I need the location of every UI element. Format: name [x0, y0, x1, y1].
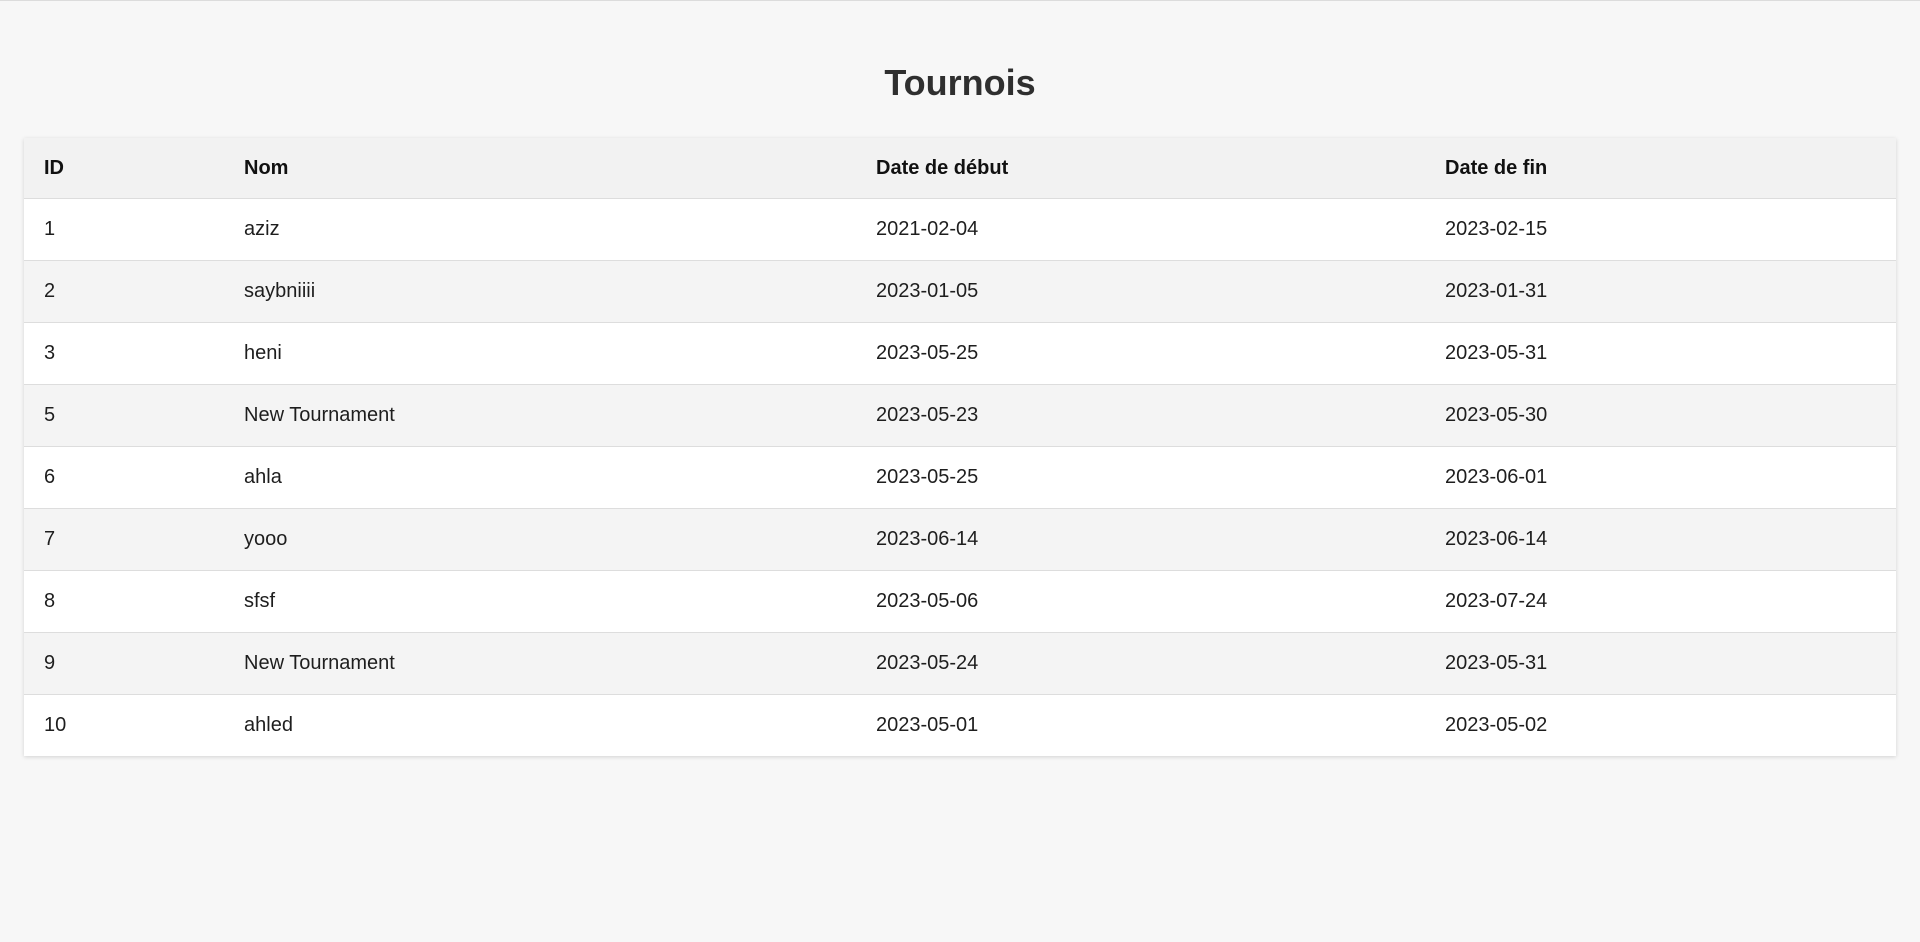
cell-id: 2 [24, 260, 224, 323]
tournaments-table-container: ID Nom Date de début Date de fin 1 aziz … [24, 138, 1896, 756]
table-body: 1 aziz 2021-02-04 2023-02-15 2 saybniiii… [24, 198, 1896, 756]
cell-start-date: 2021-02-04 [856, 198, 1425, 261]
cell-name: heni [224, 322, 856, 385]
page-title: Tournois [884, 62, 1036, 103]
cell-end-date: 2023-05-30 [1425, 384, 1896, 447]
table-row: 8 sfsf 2023-05-06 2023-07-24 [24, 570, 1896, 633]
cell-name: yooo [224, 508, 856, 571]
table-row: 6 ahla 2023-05-25 2023-06-01 [24, 446, 1896, 509]
cell-id: 9 [24, 632, 224, 695]
column-header-start-date: Date de début [856, 138, 1425, 199]
cell-end-date: 2023-06-01 [1425, 446, 1896, 509]
cell-end-date: 2023-02-15 [1425, 198, 1896, 261]
cell-start-date: 2023-01-05 [856, 260, 1425, 323]
column-header-end-date: Date de fin [1425, 138, 1896, 199]
cell-start-date: 2023-05-23 [856, 384, 1425, 447]
table-row: 7 yooo 2023-06-14 2023-06-14 [24, 508, 1896, 571]
cell-end-date: 2023-05-31 [1425, 322, 1896, 385]
cell-name: aziz [224, 198, 856, 261]
cell-id: 7 [24, 508, 224, 571]
table-header: ID Nom Date de début Date de fin [24, 138, 1896, 199]
cell-end-date: 2023-07-24 [1425, 570, 1896, 633]
cell-start-date: 2023-05-01 [876, 714, 979, 736]
cell-end-date: 2023-06-14 [1425, 508, 1896, 571]
cell-start-date: 2023-05-25 [856, 322, 1425, 385]
cell-name: New Tournament [224, 632, 856, 695]
table-row: 9 New Tournament 2023-05-24 2023-05-31 [24, 632, 1896, 695]
tournaments-table: ID Nom Date de début Date de fin 1 aziz … [24, 138, 1896, 756]
cell-id: 1 [24, 198, 224, 261]
cell-id: 10 [44, 714, 67, 736]
cell-end-date: 2023-01-31 [1425, 260, 1896, 323]
column-header-id: ID [24, 138, 224, 199]
cell-name: New Tournament [224, 384, 856, 447]
table-row: 5 New Tournament 2023-05-23 2023-05-30 [24, 384, 1896, 447]
cell-name: sfsf [224, 570, 856, 633]
cell-end-date: 2023-05-31 [1425, 632, 1896, 695]
cell-start-date: 2023-05-24 [856, 632, 1425, 695]
column-header-name: Nom [224, 138, 856, 199]
table-row: 3 heni 2023-05-25 2023-05-31 [24, 322, 1896, 385]
cell-start-date: 2023-05-06 [856, 570, 1425, 633]
table-row: 1 aziz 2021-02-04 2023-02-15 [24, 198, 1896, 261]
cell-name: saybniiii [224, 260, 856, 323]
table-header-row: ID Nom Date de début Date de fin [24, 138, 1896, 199]
cell-name: ahla [224, 446, 856, 509]
cell-id: 3 [24, 322, 224, 385]
cell-id: 8 [24, 570, 224, 633]
table-row: 2 saybniiii 2023-01-05 2023-01-31 [24, 260, 1896, 323]
cell-start-date: 2023-06-14 [856, 508, 1425, 571]
cell-name: ahled [244, 714, 293, 736]
table-row: 10 ahled 2023-05-01 2023-05-02 [24, 694, 1896, 756]
cell-id: 6 [24, 446, 224, 509]
cell-end-date: 2023-05-02 [1445, 714, 1548, 736]
cell-start-date: 2023-05-25 [856, 446, 1425, 509]
cell-id: 5 [24, 384, 224, 447]
